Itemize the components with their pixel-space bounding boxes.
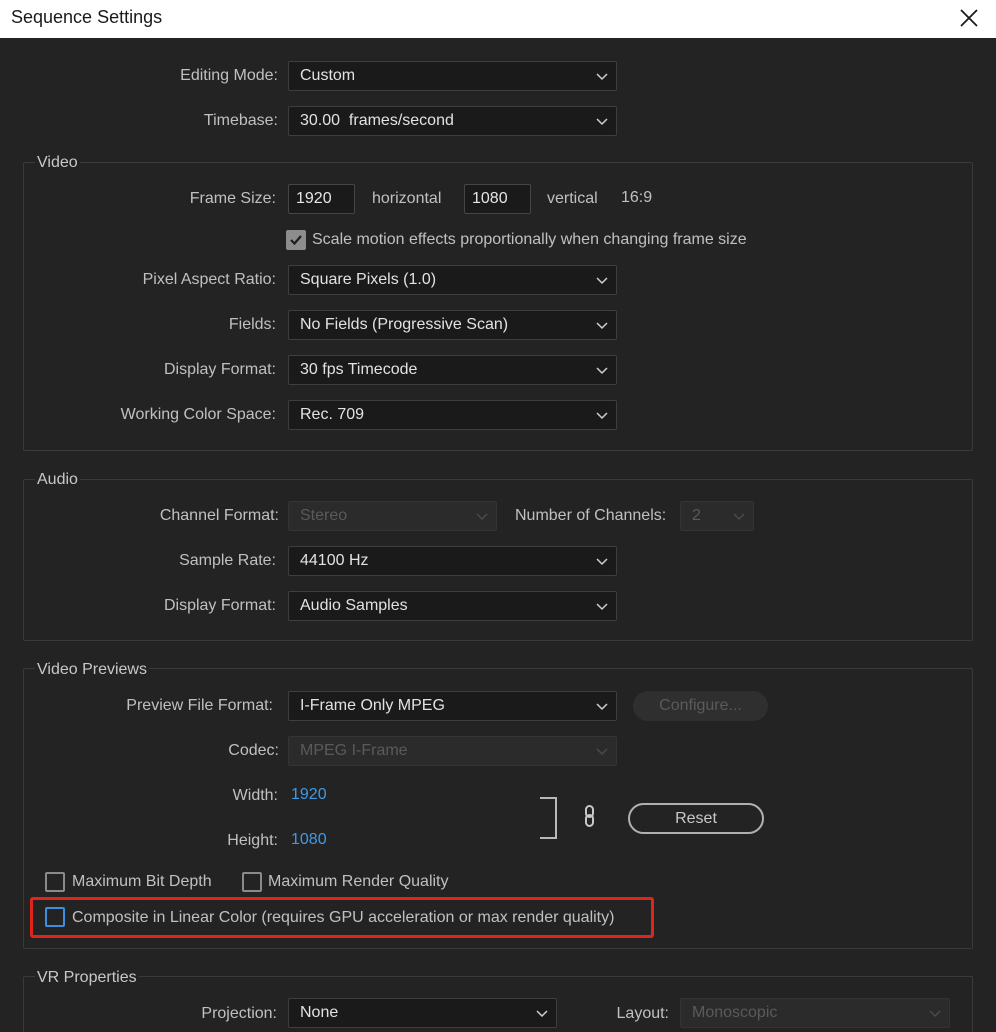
video-group-title: Video <box>35 154 80 172</box>
channel-format-select[interactable]: Stereo <box>288 501 497 531</box>
chevron-down-icon <box>596 73 608 81</box>
display-format-value: 30 fps Timecode <box>300 361 418 378</box>
projection-select[interactable]: None <box>288 998 557 1028</box>
num-channels-select[interactable]: 2 <box>680 501 754 531</box>
window-title: Sequence Settings <box>11 7 163 27</box>
max-render-quality-label: Maximum Render Quality <box>268 873 449 890</box>
editing-mode-value: Custom <box>300 67 356 84</box>
layout-select[interactable]: Monoscopic <box>680 998 950 1028</box>
color-space-label: Working Color Space: <box>120 406 276 423</box>
editing-mode-label: Editing Mode: <box>180 67 278 84</box>
video-previews-group-title: Video Previews <box>35 661 149 679</box>
link-bracket <box>540 797 557 839</box>
editing-mode-select[interactable]: Custom <box>288 61 617 91</box>
projection-label: Projection: <box>201 1005 277 1022</box>
fields-select[interactable]: No Fields (Progressive Scan) <box>288 310 617 340</box>
pixel-aspect-select[interactable]: Square Pixels (1.0) <box>288 265 617 295</box>
chevron-down-icon <box>596 748 608 756</box>
timebase-select[interactable]: 30.00 frames/second <box>288 106 617 136</box>
chevron-down-icon <box>596 703 608 711</box>
audio-display-format-select[interactable]: Audio Samples <box>288 591 617 621</box>
layout-label: Layout: <box>616 1005 669 1022</box>
layout-value: Monoscopic <box>692 1004 778 1021</box>
chevron-down-icon <box>596 558 608 566</box>
codec-select[interactable]: MPEG I-Frame <box>288 736 617 766</box>
frame-size-label: Frame Size: <box>189 190 276 207</box>
preview-height-value[interactable]: 1080 <box>291 831 327 849</box>
chevron-down-icon <box>596 118 608 126</box>
codec-value: MPEG I-Frame <box>300 742 408 759</box>
color-space-value: Rec. 709 <box>300 406 365 423</box>
horizontal-label: horizontal <box>372 190 442 207</box>
audio-group-title: Audio <box>35 471 80 489</box>
pixel-aspect-value: Square Pixels (1.0) <box>300 271 437 288</box>
chevron-down-icon <box>596 367 608 375</box>
sample-rate-value: 44100 Hz <box>300 552 369 569</box>
scale-motion-label: Scale motion effects proportionally when… <box>312 231 747 248</box>
channel-format-value: Stereo <box>300 507 348 524</box>
max-render-quality-checkbox[interactable] <box>242 872 262 892</box>
close-icon[interactable] <box>956 5 982 31</box>
chevron-down-icon <box>596 277 608 285</box>
fields-label: Fields: <box>228 316 276 333</box>
frame-height-input[interactable]: 1080 <box>464 184 531 214</box>
chevron-down-icon <box>536 1010 548 1018</box>
preview-file-format-label: Preview File Format: <box>126 697 273 714</box>
link-icon[interactable] <box>581 804 599 828</box>
frame-width-input[interactable]: 1920 <box>288 184 355 214</box>
chevron-down-icon <box>929 1010 941 1018</box>
preview-file-format-value: I-Frame Only MPEG <box>300 697 445 714</box>
highlight-box <box>30 897 654 938</box>
fields-value: No Fields (Progressive Scan) <box>300 316 509 333</box>
preview-width-value[interactable]: 1920 <box>291 786 327 804</box>
codec-label: Codec: <box>228 742 279 759</box>
reset-button[interactable]: Reset <box>628 803 764 834</box>
configure-button[interactable]: Configure... <box>633 691 768 721</box>
preview-height-label: Height: <box>227 832 278 849</box>
num-channels-label: Number of Channels: <box>515 507 667 524</box>
channel-format-label: Channel Format: <box>159 507 279 524</box>
display-format-label: Display Format: <box>163 361 276 378</box>
scale-motion-checkbox[interactable] <box>286 230 306 250</box>
num-channels-value: 2 <box>692 507 701 524</box>
timebase-value: 30.00 frames/second <box>300 112 454 129</box>
vr-properties-group-title: VR Properties <box>35 969 139 987</box>
preview-file-format-select[interactable]: I-Frame Only MPEG <box>288 691 617 721</box>
max-bit-depth-checkbox[interactable] <box>45 872 65 892</box>
sample-rate-label: Sample Rate: <box>179 552 276 569</box>
chevron-down-icon <box>476 513 488 521</box>
chevron-down-icon <box>733 513 745 521</box>
preview-width-label: Width: <box>232 787 278 804</box>
max-bit-depth-label: Maximum Bit Depth <box>72 873 212 890</box>
frame-height-value: 1080 <box>472 190 508 207</box>
title-bar: Sequence Settings <box>0 0 996 38</box>
aspect-ratio-text: 16:9 <box>621 189 653 206</box>
timebase-label: Timebase: <box>203 112 278 129</box>
chevron-down-icon <box>596 603 608 611</box>
audio-display-format-label: Display Format: <box>163 597 276 614</box>
sample-rate-select[interactable]: 44100 Hz <box>288 546 617 576</box>
frame-width-value: 1920 <box>296 190 332 207</box>
display-format-select[interactable]: 30 fps Timecode <box>288 355 617 385</box>
checkmark-icon <box>290 235 302 246</box>
audio-display-format-value: Audio Samples <box>300 597 408 614</box>
color-space-select[interactable]: Rec. 709 <box>288 400 617 430</box>
projection-value: None <box>300 1004 339 1021</box>
chevron-down-icon <box>596 322 608 330</box>
pixel-aspect-label: Pixel Aspect Ratio: <box>142 271 276 288</box>
vertical-label: vertical <box>547 190 598 207</box>
chevron-down-icon <box>596 412 608 420</box>
